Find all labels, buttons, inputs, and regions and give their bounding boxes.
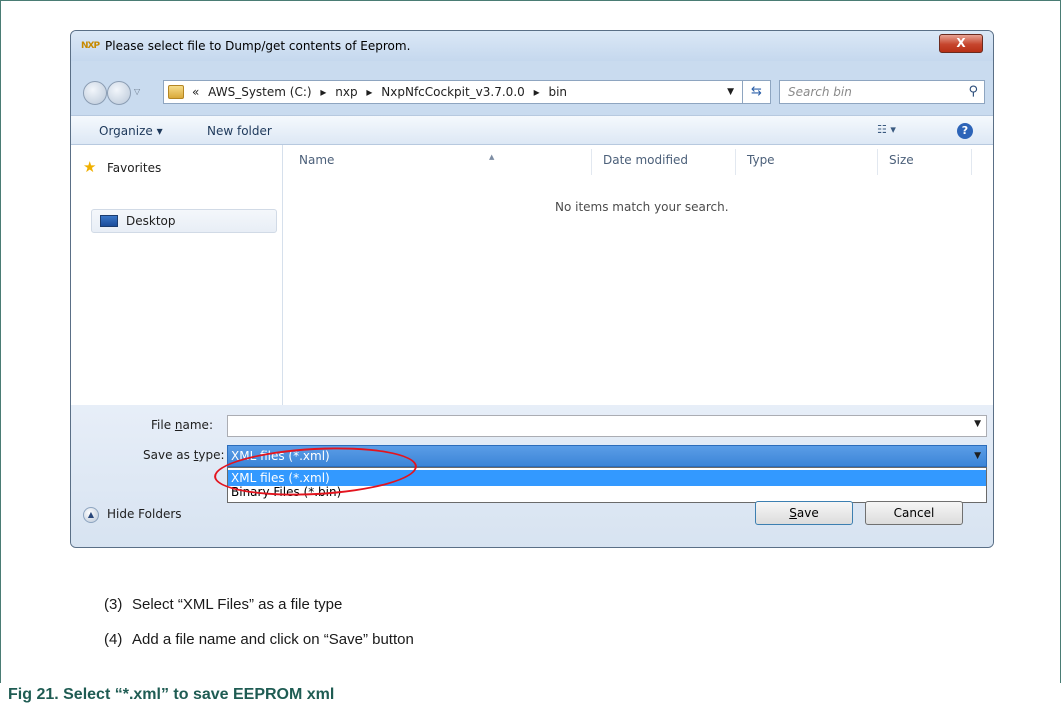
search-placeholder: Search bin [788, 85, 852, 99]
navigation-pane: ★ Favorites Desktop [71, 145, 283, 405]
close-button[interactable]: X [939, 34, 983, 53]
search-icon[interactable]: ⚲ [968, 81, 978, 103]
breadcrumb-item-cockpit[interactable]: NxpNfcCockpit_v3.7.0.0 [381, 85, 525, 99]
breadcrumb-separator-icon[interactable]: ▸ [366, 85, 372, 99]
step-number: (4) [104, 631, 123, 648]
column-divider[interactable] [591, 149, 592, 175]
chevron-up-icon: ▲ [83, 507, 99, 523]
breadcrumb[interactable]: « AWS_System (C:) ▸ nxp ▸ NxpNfcCockpit_… [192, 81, 572, 103]
recent-pages-chevron-icon[interactable]: ▽ [134, 87, 140, 96]
sidebar-item-label: Favorites [107, 161, 162, 175]
save-options-area: File name: ▼ Save as type: XML files (*.… [71, 405, 993, 547]
search-input[interactable]: Search bin ⚲ [779, 80, 985, 104]
empty-message: No items match your search. [555, 200, 729, 214]
step-text: Add a file name and click on “Save” butt… [132, 631, 414, 648]
breadcrumb-overflow[interactable]: « [192, 85, 199, 99]
figure-caption: Fig 21. Select “*.xml” to save EEPROM xm… [8, 686, 335, 703]
breadcrumb-separator-icon[interactable]: ▸ [320, 85, 326, 99]
file-list-pane: Name ▲ Date modified Type Size No items … [283, 145, 993, 405]
sort-ascending-icon: ▲ [489, 153, 495, 161]
folder-icon [168, 85, 184, 99]
cancel-button[interactable]: Cancel [865, 501, 963, 525]
chevron-down-icon[interactable]: ▼ [974, 446, 981, 466]
save-file-dialog: NXP Please select file to Dump/get conte… [70, 30, 994, 548]
organize-button[interactable]: Organize ▾ [99, 124, 163, 138]
save-as-type-label: Save as type: [143, 448, 225, 462]
address-bar[interactable]: « AWS_System (C:) ▸ nxp ▸ NxpNfcCockpit_… [163, 80, 743, 104]
address-dropdown-icon[interactable]: ▼ [727, 81, 734, 103]
column-header-size[interactable]: Size [889, 153, 914, 167]
breadcrumb-item-drive[interactable]: AWS_System (C:) [208, 85, 311, 99]
chevron-down-icon[interactable]: ▼ [974, 419, 981, 429]
help-icon[interactable]: ? [957, 123, 973, 139]
forward-button[interactable] [107, 81, 131, 105]
breadcrumb-item-bin[interactable]: bin [548, 85, 567, 99]
column-divider[interactable] [877, 149, 878, 175]
view-options-icon[interactable]: ☷ ▾ [877, 123, 896, 136]
step-number: (3) [104, 596, 123, 613]
title-bar: NXP Please select file to Dump/get conte… [71, 31, 993, 61]
hide-folders-label: Hide Folders [107, 507, 182, 521]
column-divider[interactable] [971, 149, 972, 175]
dialog-title: Please select file to Dump/get contents … [105, 39, 411, 53]
column-header-date[interactable]: Date modified [603, 153, 688, 167]
refresh-icon[interactable]: ⇆ [743, 80, 771, 104]
file-name-label: File name: [151, 418, 213, 432]
toolbar: Organize ▾ New folder ☷ ▾ ? [71, 115, 993, 145]
column-divider[interactable] [735, 149, 736, 175]
breadcrumb-item-nxp[interactable]: nxp [335, 85, 357, 99]
star-icon: ★ [83, 158, 97, 176]
nxp-logo-icon: NXP [81, 41, 100, 51]
desktop-icon [100, 215, 118, 227]
column-header-type[interactable]: Type [747, 153, 775, 167]
step-text: Select “XML Files” as a file type [132, 596, 343, 613]
breadcrumb-separator-icon[interactable]: ▸ [534, 85, 540, 99]
new-folder-button[interactable]: New folder [207, 124, 272, 138]
column-header-name[interactable]: Name ▲ [299, 153, 494, 167]
sidebar-item-desktop[interactable]: Desktop [91, 209, 277, 233]
column-label: Name [299, 153, 335, 167]
save-button[interactable]: Save [755, 501, 853, 525]
sidebar-item-label: Desktop [126, 214, 176, 228]
back-button[interactable] [83, 81, 107, 105]
file-name-field[interactable]: ▼ [227, 415, 987, 437]
